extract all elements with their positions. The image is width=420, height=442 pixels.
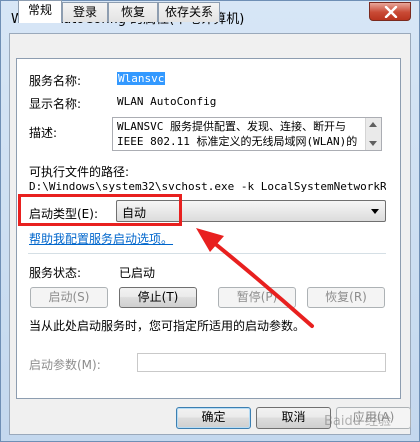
annotation-arrow	[196, 228, 314, 328]
watermark: Baidu 经验	[318, 396, 418, 440]
watermark-text: Baidu 经验	[324, 414, 392, 429]
tab-general[interactable]: 常规	[18, 0, 62, 23]
